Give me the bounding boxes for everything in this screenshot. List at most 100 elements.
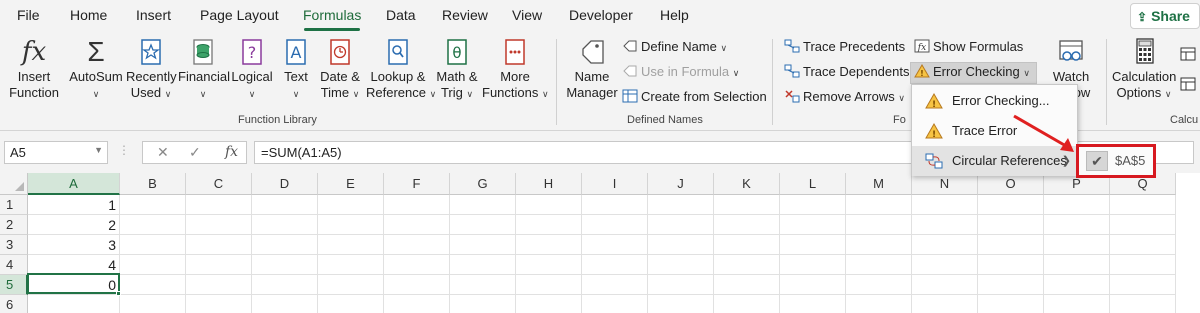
date-time-button[interactable]: Date & Time ∨ (316, 37, 364, 102)
cell-B1[interactable] (120, 195, 186, 215)
cell-B4[interactable] (120, 255, 186, 275)
cell-K1[interactable] (714, 195, 780, 215)
use-in-formula-button[interactable]: Use in Formula ∨ (622, 64, 739, 79)
column-header-M[interactable]: M (846, 173, 912, 195)
cell-A4[interactable]: 4 (28, 255, 120, 275)
cell-L3[interactable] (780, 235, 846, 255)
cell-F2[interactable] (384, 215, 450, 235)
cell-K2[interactable] (714, 215, 780, 235)
cell-A2[interactable]: 2 (28, 215, 120, 235)
cell-G3[interactable] (450, 235, 516, 255)
column-header-A[interactable]: A (28, 173, 120, 195)
cell-K5[interactable] (714, 275, 780, 295)
cell-J6[interactable] (648, 295, 714, 313)
create-from-selection-button[interactable]: Create from Selection (622, 89, 767, 104)
cell-P2[interactable] (1044, 215, 1110, 235)
tab-page-layout[interactable]: Page Layout (200, 7, 279, 23)
tab-data[interactable]: Data (386, 7, 416, 23)
cell-N1[interactable] (912, 195, 978, 215)
cell-P6[interactable] (1044, 295, 1110, 313)
column-header-I[interactable]: I (582, 173, 648, 195)
tab-formulas[interactable]: Formulas (303, 7, 361, 23)
cell-L5[interactable] (780, 275, 846, 295)
text-button[interactable]: A Text ∨ (278, 37, 314, 102)
math-trig-button[interactable]: θ Math & Trig ∨ (434, 37, 480, 102)
cell-E2[interactable] (318, 215, 384, 235)
cell-D2[interactable] (252, 215, 318, 235)
cell-E1[interactable] (318, 195, 384, 215)
financial-button[interactable]: Financial ∨ (178, 37, 230, 102)
cell-M2[interactable] (846, 215, 912, 235)
cell-P3[interactable] (1044, 235, 1110, 255)
cell-G5[interactable] (450, 275, 516, 295)
row-header-5[interactable]: 5 (0, 275, 28, 295)
cell-G2[interactable] (450, 215, 516, 235)
cell-H6[interactable] (516, 295, 582, 313)
logical-button[interactable]: ? Logical ∨ (230, 37, 274, 102)
cell-G1[interactable] (450, 195, 516, 215)
cell-Q4[interactable] (1110, 255, 1176, 275)
cell-O4[interactable] (978, 255, 1044, 275)
column-header-E[interactable]: E (318, 173, 384, 195)
cell-N4[interactable] (912, 255, 978, 275)
cell-N2[interactable] (912, 215, 978, 235)
cell-O5[interactable] (978, 275, 1044, 295)
cell-C4[interactable] (186, 255, 252, 275)
calculate-now-button[interactable] (1180, 47, 1199, 62)
cell-Q2[interactable] (1110, 215, 1176, 235)
cell-I3[interactable] (582, 235, 648, 255)
cell-B3[interactable] (120, 235, 186, 255)
cell-N3[interactable] (912, 235, 978, 255)
insert-function-icon[interactable]: fx (225, 144, 238, 160)
fill-handle[interactable] (116, 291, 121, 296)
cell-H4[interactable] (516, 255, 582, 275)
row-header-6[interactable]: 6 (0, 295, 28, 313)
row-header-1[interactable]: 1 (0, 195, 28, 215)
column-header-F[interactable]: F (384, 173, 450, 195)
autosum-button[interactable]: Σ AutoSum ∨ (68, 37, 124, 102)
cell-D6[interactable] (252, 295, 318, 313)
cell-B6[interactable] (120, 295, 186, 313)
tab-insert[interactable]: Insert (136, 7, 171, 23)
cell-Q5[interactable] (1110, 275, 1176, 295)
share-button[interactable]: ⇪ Share (1130, 3, 1200, 29)
cell-M4[interactable] (846, 255, 912, 275)
chevron-down-icon[interactable]: ▼ (94, 145, 103, 155)
cell-M3[interactable] (846, 235, 912, 255)
cell-F3[interactable] (384, 235, 450, 255)
cell-H5[interactable] (516, 275, 582, 295)
cell-H3[interactable] (516, 235, 582, 255)
cell-C2[interactable] (186, 215, 252, 235)
cell-D5[interactable] (252, 275, 318, 295)
row-header-4[interactable]: 4 (0, 255, 28, 275)
tab-home[interactable]: Home (70, 7, 107, 23)
cell-K3[interactable] (714, 235, 780, 255)
column-header-H[interactable]: H (516, 173, 582, 195)
select-all-button[interactable] (0, 173, 28, 195)
column-header-K[interactable]: K (714, 173, 780, 195)
cell-A1[interactable]: 1 (28, 195, 120, 215)
column-header-L[interactable]: L (780, 173, 846, 195)
cell-A3[interactable]: 3 (28, 235, 120, 255)
cell-B2[interactable] (120, 215, 186, 235)
enter-check-icon[interactable]: ✓ (189, 144, 201, 161)
name-manager-button[interactable]: Name Manager (566, 37, 618, 101)
cell-O3[interactable] (978, 235, 1044, 255)
row-header-2[interactable]: 2 (0, 215, 28, 235)
cell-D3[interactable] (252, 235, 318, 255)
cell-F6[interactable] (384, 295, 450, 313)
cell-N6[interactable] (912, 295, 978, 313)
cell-C6[interactable] (186, 295, 252, 313)
cell-C1[interactable] (186, 195, 252, 215)
error-checking-button[interactable]: ! Error Checking ∨ (914, 64, 1030, 79)
cell-Q6[interactable] (1110, 295, 1176, 313)
cell-C3[interactable] (186, 235, 252, 255)
cell-E5[interactable] (318, 275, 384, 295)
cell-Q3[interactable] (1110, 235, 1176, 255)
name-box[interactable]: A5 ▼ (4, 141, 108, 164)
calculation-options-button[interactable]: Calculation Options ∨ (1112, 37, 1176, 102)
cell-H1[interactable] (516, 195, 582, 215)
cell-C5[interactable] (186, 275, 252, 295)
cell-O1[interactable] (978, 195, 1044, 215)
column-header-J[interactable]: J (648, 173, 714, 195)
